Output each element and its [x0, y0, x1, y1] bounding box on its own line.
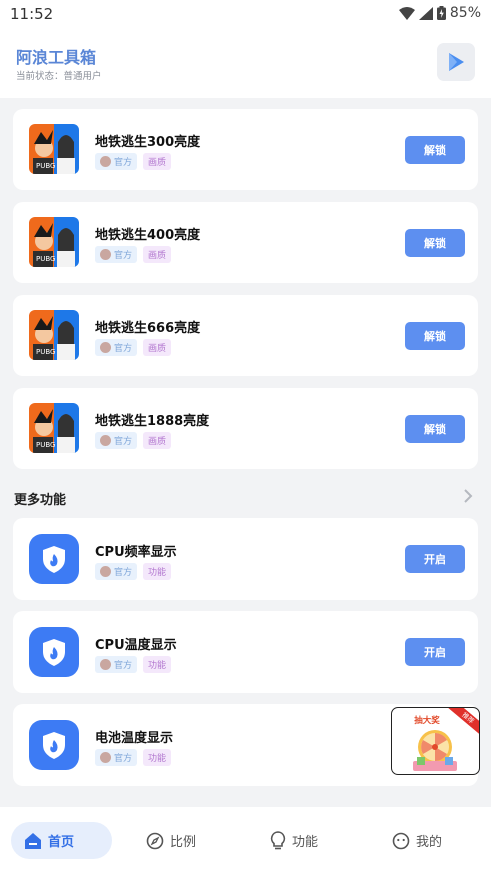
svg-text:PUBG: PUBG [36, 255, 55, 263]
prize-wheel-icon [413, 730, 457, 771]
enable-button[interactable]: 开启 [405, 545, 465, 573]
tag-list: 官方 画质 [95, 339, 172, 356]
official-tag: 官方 [95, 656, 138, 673]
official-tag: 官方 [95, 749, 138, 766]
shield-flame-icon [29, 534, 79, 584]
list-item[interactable]: CPU温度显示 官方 功能 开启 [13, 611, 478, 693]
tag-list: 官方 功能 [95, 749, 172, 766]
category-tag: 功能 [143, 656, 172, 673]
avatar-icon [100, 752, 111, 763]
game-thumbnail: PUBG [29, 403, 79, 453]
app-header: 阿浪工具箱 当前状态：普通用户 [0, 28, 491, 98]
compass-icon [146, 832, 164, 849]
avatar-icon [100, 566, 111, 577]
game-thumbnail: PUBG [29, 310, 79, 360]
tag-list: 官方 画质 [95, 432, 172, 449]
shield-flame-icon [29, 720, 79, 770]
category-tag: 画质 [143, 339, 172, 356]
section-title: 更多功能 [14, 493, 67, 508]
bulb-icon [270, 831, 286, 850]
chevron-right-icon [464, 489, 473, 503]
status-icons: 85% [398, 5, 481, 21]
shield-flame-icon [29, 627, 79, 677]
avatar-icon [100, 156, 111, 167]
status-bar: 11:52 85% [0, 0, 491, 28]
item-name: 地铁逃生400亮度 [95, 228, 201, 243]
tag-list: 官方 画质 [95, 246, 172, 263]
home-icon [25, 832, 41, 849]
unlock-button[interactable]: 解锁 [405, 415, 465, 443]
nav-label: 比例 [170, 835, 197, 850]
category-tag: 功能 [143, 749, 172, 766]
signal-icon [418, 6, 433, 20]
item-name: 地铁逃生666亮度 [95, 321, 201, 336]
nav-features[interactable]: 功能 [270, 822, 318, 859]
official-tag: 官方 [95, 246, 138, 263]
tag-list: 官方 功能 [95, 656, 172, 673]
unlock-button[interactable]: 解锁 [405, 136, 465, 164]
nav-ratio[interactable]: 比例 [146, 822, 196, 859]
category-tag: 功能 [143, 563, 172, 580]
category-tag: 画质 [143, 153, 172, 170]
official-tag: 官方 [95, 563, 138, 580]
tag-list: 官方 画质 [95, 153, 172, 170]
list-item[interactable]: PUBG 地铁逃生1888亮度 官方 画质 解锁 [13, 388, 478, 469]
list-item[interactable]: PUBG 地铁逃生400亮度 官方 画质 解锁 [13, 202, 478, 283]
avatar-icon [100, 659, 111, 670]
official-tag: 官方 [95, 432, 138, 449]
nav-profile[interactable]: 我的 [392, 822, 442, 859]
list-item[interactable]: PUBG 地铁逃生666亮度 官方 画质 解锁 [13, 295, 478, 376]
nav-label: 我的 [416, 835, 443, 850]
item-name: 电池温度显示 [95, 731, 174, 746]
more-features-header[interactable]: 更多功能 [14, 487, 477, 508]
list-item[interactable]: PUBG 地铁逃生300亮度 官方 画质 解锁 [13, 109, 478, 190]
category-tag: 画质 [143, 432, 172, 449]
svg-text:PUBG: PUBG [36, 441, 55, 449]
play-store-icon [449, 53, 464, 71]
smile-icon [392, 832, 410, 849]
promo-title: 抽大奖 [414, 716, 440, 726]
nav-home[interactable]: 首页 [11, 822, 112, 859]
nav-label: 首页 [48, 835, 75, 850]
bottom-navigation: 首页 比例 功能 我的 [0, 807, 491, 873]
svg-text:PUBG: PUBG [36, 162, 55, 170]
list-item[interactable]: CPU频率显示 官方 功能 开启 [13, 518, 478, 600]
battery-level: 85% [449, 5, 481, 21]
nav-label: 功能 [292, 835, 319, 850]
status-time: 11:52 [10, 5, 54, 23]
official-tag: 官方 [95, 339, 138, 356]
avatar-icon [100, 342, 111, 353]
app-title: 阿浪工具箱 [16, 48, 97, 67]
unlock-button[interactable]: 解锁 [405, 229, 465, 257]
lucky-draw-banner[interactable]: 抽大奖 推荐 [391, 707, 480, 775]
wifi-icon [398, 6, 415, 20]
enable-button[interactable]: 开启 [405, 638, 465, 666]
game-thumbnail: PUBG [29, 124, 79, 174]
item-name: 地铁逃生300亮度 [95, 135, 201, 150]
avatar-icon [100, 249, 111, 260]
avatar-icon [100, 435, 111, 446]
item-name: CPU温度显示 [95, 638, 177, 653]
svg-text:PUBG: PUBG [36, 348, 55, 356]
official-tag: 官方 [95, 153, 138, 170]
user-status: 当前状态：普通用户 [16, 71, 102, 82]
tag-list: 官方 功能 [95, 563, 172, 580]
play-button[interactable] [437, 43, 475, 81]
item-name: 地铁逃生1888亮度 [95, 414, 210, 429]
battery-icon [436, 6, 446, 20]
category-tag: 画质 [143, 246, 172, 263]
unlock-button[interactable]: 解锁 [405, 322, 465, 350]
item-name: CPU频率显示 [95, 545, 177, 560]
game-thumbnail: PUBG [29, 217, 79, 267]
